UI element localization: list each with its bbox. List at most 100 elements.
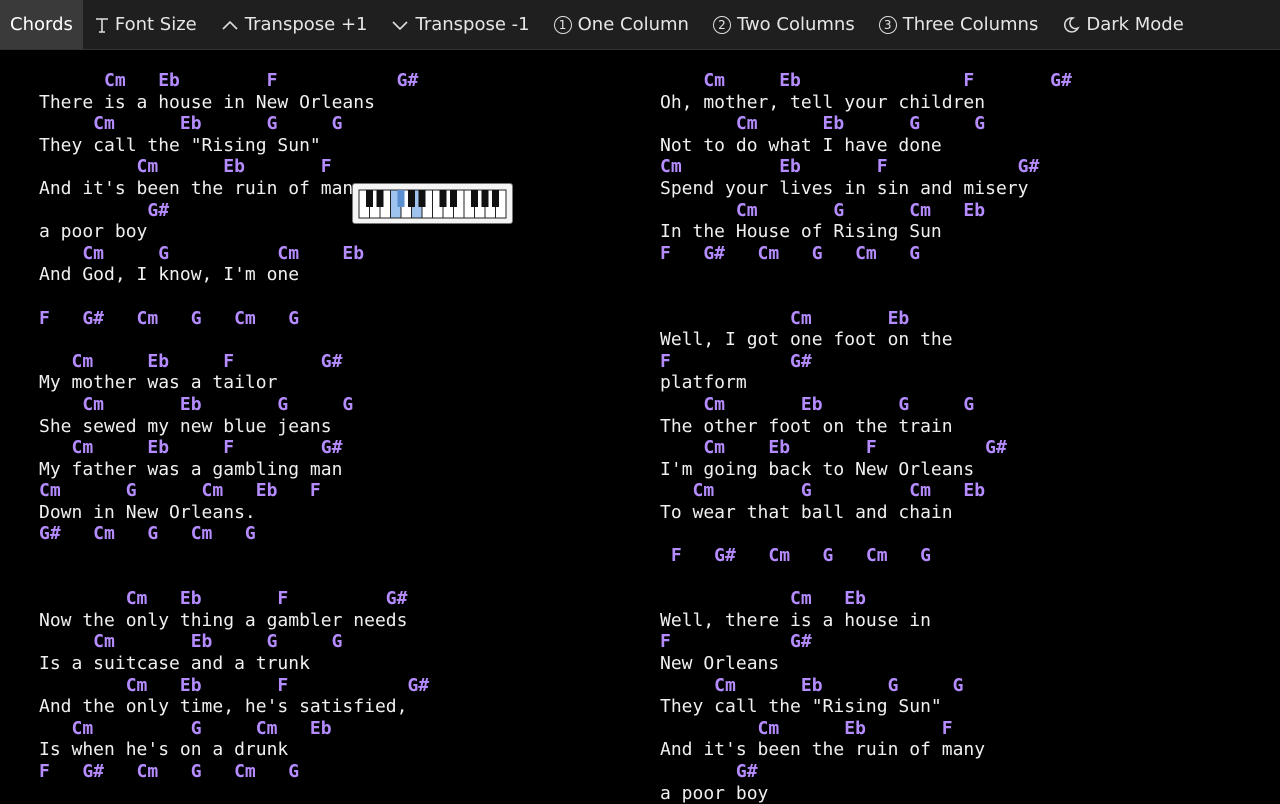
chord-line: Cm Eb F G#: [39, 674, 430, 696]
chord-line: Cm Eb F G#: [39, 588, 408, 610]
circled-one-icon: 1: [553, 15, 572, 34]
lyric-line: Well, there is a house in: [660, 609, 931, 631]
piano-keyboard-widget[interactable]: [352, 183, 513, 224]
chord-line: Cm Eb F: [660, 717, 953, 739]
lyric-line: She sewed my new blue jeans: [39, 415, 332, 437]
lyric-line: And the only time, he's satisfied,: [39, 696, 408, 718]
dark-mode-button[interactable]: Dark Mode: [1050, 0, 1195, 49]
chord-line: Cm Eb G G: [39, 393, 354, 415]
chord-line: F G# Cm G Cm G: [660, 242, 921, 264]
chord-line: Cm G Cm Eb: [660, 199, 986, 221]
two-columns-label: Two Columns: [736, 14, 855, 35]
chevron-down-icon: [391, 19, 409, 31]
three-columns-button[interactable]: 3 Three Columns: [867, 0, 1051, 49]
dark-mode-label: Dark Mode: [1086, 14, 1184, 35]
chord-line: Cm Eb F G#: [39, 350, 343, 372]
lyric-line: platform: [660, 372, 747, 394]
piano-black-key: [481, 190, 489, 207]
chord-line: Cm Eb F G#: [39, 70, 419, 91]
lyric-line: Well, I got one foot on the: [660, 329, 953, 351]
lyric-line: Oh, mother, tell your children: [660, 91, 986, 113]
lyric-line: New Orleans: [660, 653, 780, 675]
font-size-button[interactable]: Font Size: [83, 0, 209, 49]
chord-line: F G# Cm G Cm G: [39, 307, 300, 329]
circled-three-icon: 3: [878, 15, 897, 34]
three-columns-label: Three Columns: [902, 14, 1039, 35]
one-column-button[interactable]: 1 One Column: [542, 0, 701, 49]
chord-line: Cm Eb G G: [660, 393, 975, 415]
chord-line: Cm Eb F G#: [660, 437, 1007, 459]
chords-button[interactable]: Chords: [0, 0, 83, 49]
transpose-up-label: Transpose +1: [244, 14, 368, 35]
song-column-left: Cm Eb F G# There is a house in New Orlean…: [39, 70, 429, 783]
lyric-line: Is a suitcase and a trunk: [39, 653, 310, 675]
lyric-line: There is a house in New Orleans: [39, 91, 375, 113]
lyric-line: They call the "Rising Sun": [660, 696, 942, 718]
one-column-label: One Column: [577, 14, 689, 35]
chord-line: Cm Eb: [660, 588, 866, 610]
lyric-line: They call the "Rising Sun": [39, 134, 321, 156]
lyric-line: My mother was a tailor: [39, 372, 278, 394]
lyric-line: The other foot on the train: [660, 415, 953, 437]
chords-label: Chords: [10, 14, 73, 35]
chord-line: Cm Eb F G#: [39, 437, 343, 459]
piano-keyboard-icon: [358, 189, 507, 219]
chord-line: Cm G Cm Eb: [660, 480, 986, 502]
transpose-up-button[interactable]: Transpose +1: [209, 0, 380, 49]
chord-line: F G#: [660, 631, 812, 653]
piano-black-key: [397, 190, 405, 207]
chord-line: Cm Eb: [660, 307, 910, 329]
song-column-right: Cm Eb F G# Oh, mother, tell your children…: [660, 70, 1072, 804]
font-size-icon: [95, 17, 109, 33]
toolbar: Chords Font Size Transpose +1 Transpose …: [0, 0, 1280, 50]
circled-two-icon: 2: [712, 15, 731, 34]
chord-line: Cm Eb G G: [660, 674, 964, 696]
piano-black-key: [376, 190, 384, 207]
font-size-label: Font Size: [114, 14, 197, 35]
lyric-line: And it's been the ruin of many: [660, 739, 986, 761]
chord-line: Cm Eb F G#: [660, 70, 1072, 91]
chord-line: Cm G Cm Eb: [39, 717, 332, 739]
chord-line: F G# Cm G Cm G: [39, 761, 300, 782]
piano-black-key: [492, 190, 499, 207]
chord-line: Cm Eb G G: [39, 113, 343, 135]
chord-line: G#: [660, 761, 758, 782]
chord-line: F G# Cm G Cm G: [660, 545, 931, 567]
lyric-line: a poor boy: [660, 782, 769, 804]
lyric-line: My father was a gambling man: [39, 458, 343, 480]
piano-black-key: [408, 190, 415, 207]
chord-line: Cm Eb F G#: [660, 156, 1040, 178]
chord-line: Cm Eb G G: [660, 113, 986, 135]
piano-black-key: [439, 190, 447, 207]
transpose-down-button[interactable]: Transpose -1: [379, 0, 541, 49]
chord-line: Cm Eb G G: [39, 631, 343, 653]
lyric-line: Spend your lives in sin and misery: [660, 177, 1029, 199]
chord-line: F G#: [660, 350, 812, 372]
chord-line: Cm G Cm Eb: [39, 242, 365, 264]
lyric-line: Down in New Orleans.: [39, 501, 256, 523]
two-columns-button[interactable]: 2 Two Columns: [701, 0, 867, 49]
lyric-line: Now the only thing a gambler needs: [39, 609, 408, 631]
piano-black-key: [418, 190, 426, 207]
piano-black-key: [366, 190, 373, 207]
moon-icon: [1062, 16, 1081, 34]
lyric-line: I'm going back to New Orleans: [660, 458, 975, 480]
chevron-up-icon: [221, 19, 239, 31]
lyric-line: Not to do what I have done: [660, 134, 942, 156]
lyric-line: And God, I know, I'm one: [39, 264, 300, 286]
chord-line: Cm G Cm Eb F: [39, 480, 321, 502]
chord-line: G# Cm G Cm G: [39, 523, 256, 545]
chord-line: Cm Eb F: [39, 156, 332, 178]
lyric-line: To wear that ball and chain: [660, 501, 953, 523]
piano-black-key: [471, 190, 478, 207]
piano-black-key: [450, 190, 457, 207]
lyric-line: Is when he's on a drunk: [39, 739, 289, 761]
